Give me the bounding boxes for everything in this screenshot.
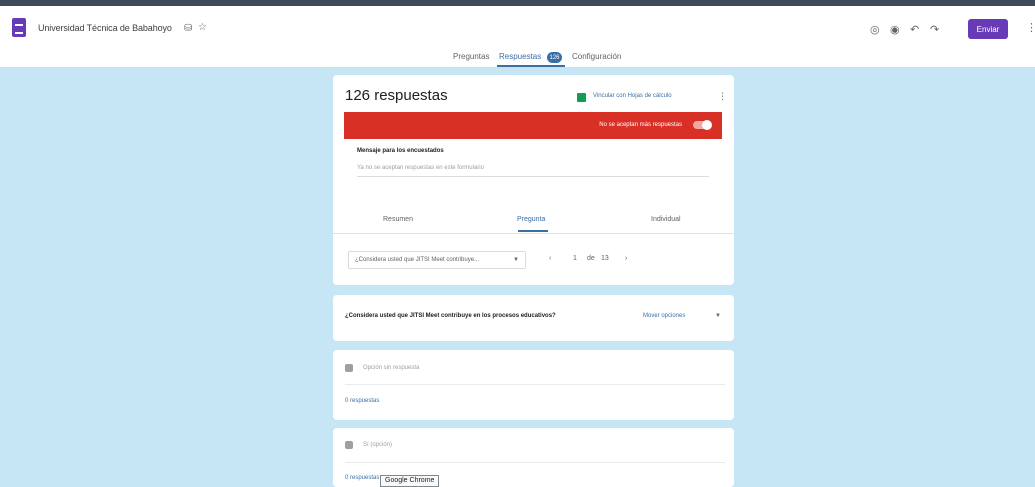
not-accepting-banner: No se aceptan más respuestas xyxy=(344,112,722,139)
option-radio-icon xyxy=(345,364,353,372)
dropdown-label: Mover opciones xyxy=(643,313,686,319)
chevron-down-icon: ▼ xyxy=(513,257,519,263)
link-sheets-link[interactable]: Vincular con Hojas de cálculo xyxy=(593,93,672,99)
page-total: 13 xyxy=(601,255,609,262)
divider xyxy=(345,384,725,385)
message-label: Mensaje para los encuestados xyxy=(357,148,444,154)
responses-count-title: 126 respuestas xyxy=(345,87,448,104)
question-card: ¿Considera usted que JITSI Meet contribu… xyxy=(333,295,734,341)
active-subtab-indicator xyxy=(518,230,548,232)
page-of: de xyxy=(587,255,595,262)
page-current: 1 xyxy=(573,255,577,262)
move-options-dropdown[interactable]: Mover opciones ▼ xyxy=(635,309,727,325)
chevron-down-icon: ▼ xyxy=(715,313,721,319)
more-vert-icon[interactable]: ⋮ xyxy=(1026,21,1035,34)
divider xyxy=(333,233,734,234)
message-input[interactable]: Ya no se aceptan respuestas en este form… xyxy=(357,161,709,177)
redo-icon[interactable]: ↷ xyxy=(930,23,939,36)
taskbar-tooltip: Google Chrome xyxy=(380,475,440,487)
subtab-question[interactable]: Pregunta xyxy=(517,216,545,223)
app-header: Universidad Técnica de Babahoyo ⛁ ☆ ◎ ◉ … xyxy=(0,6,1035,68)
next-question-icon[interactable]: › xyxy=(625,255,627,262)
sheets-icon[interactable] xyxy=(577,93,586,102)
question-title: ¿Considera usted que JITSI Meet contribu… xyxy=(345,313,556,319)
active-tab-indicator xyxy=(497,65,565,67)
preview-eye-icon[interactable]: ◉ xyxy=(890,23,900,36)
forms-logo-icon[interactable] xyxy=(12,18,26,37)
accepting-responses-toggle[interactable] xyxy=(693,120,712,130)
responses-count-badge: 126 xyxy=(547,52,562,63)
tab-questions[interactable]: Preguntas xyxy=(453,52,489,61)
subtab-summary[interactable]: Resumen xyxy=(383,216,413,223)
folder-icon[interactable]: ⛁ xyxy=(184,23,192,34)
divider xyxy=(345,462,725,463)
question-select-value: ¿Considera usted que JITSI Meet contribu… xyxy=(355,257,480,263)
responses-summary-card: 126 respuestas Vincular con Hojas de cál… xyxy=(333,75,734,285)
palette-icon[interactable]: ◎ xyxy=(870,23,880,36)
previous-question-icon[interactable]: ‹ xyxy=(549,255,551,262)
option-radio-icon xyxy=(345,441,353,449)
responses-link[interactable]: 0 respuestas xyxy=(345,398,379,404)
form-tabs: Preguntas Respuestas 126 Configuración xyxy=(0,48,1035,68)
option-card: Opción sin respuesta 0 respuestas xyxy=(333,350,734,420)
option-label: Sí (opción) xyxy=(363,442,393,448)
option-label: Opción sin respuesta xyxy=(363,365,420,371)
star-icon[interactable]: ☆ xyxy=(198,22,207,33)
more-options-icon[interactable]: ⋮ xyxy=(718,91,727,102)
document-title[interactable]: Universidad Técnica de Babahoyo xyxy=(38,23,172,33)
subtab-individual[interactable]: Individual xyxy=(651,216,681,223)
send-button[interactable]: Enviar xyxy=(968,19,1008,39)
tab-responses[interactable]: Respuestas xyxy=(499,52,541,61)
tab-settings[interactable]: Configuración xyxy=(572,52,621,61)
responses-link[interactable]: 0 respuestas xyxy=(345,475,379,481)
banner-text: No se aceptan más respuestas xyxy=(599,122,682,128)
question-select[interactable]: ¿Considera usted que JITSI Meet contribu… xyxy=(348,251,526,269)
undo-icon[interactable]: ↶ xyxy=(910,23,919,36)
